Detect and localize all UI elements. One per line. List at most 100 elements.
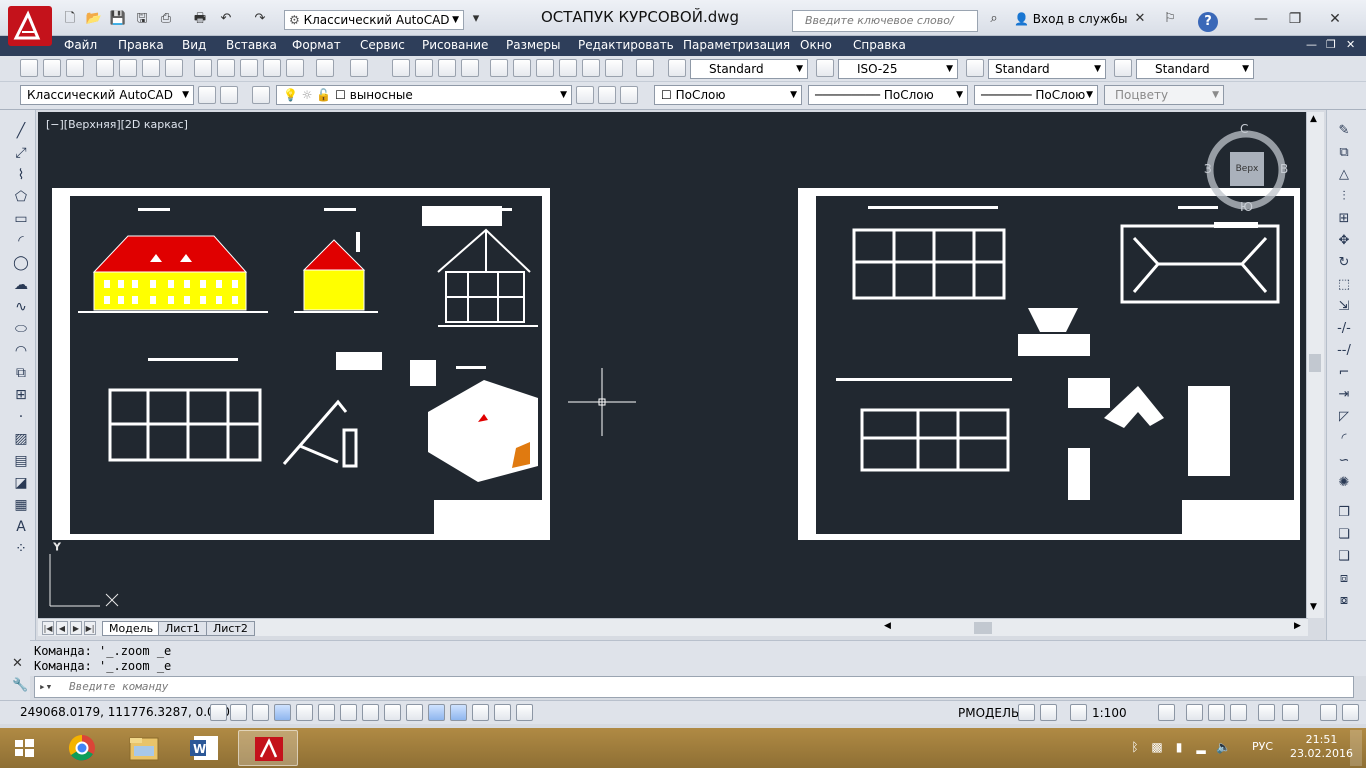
lineweight-select[interactable]: ─────── ПоСлою ▼ (974, 85, 1098, 105)
hardware-acceleration-icon[interactable] (1230, 704, 1247, 721)
ellipse-icon[interactable]: ⬭ (12, 320, 30, 338)
point-icon[interactable]: · (12, 408, 30, 426)
exchange-apps-icon[interactable]: ✕ (1130, 10, 1150, 28)
sign-in-button[interactable]: 👤 Вход в службы (1014, 12, 1128, 26)
restore-icon[interactable]: ❐ (1280, 8, 1310, 30)
word-icon[interactable]: W (176, 730, 236, 766)
properties-icon[interactable] (490, 59, 508, 77)
hscroll-thumb[interactable] (974, 622, 992, 634)
design-center-icon[interactable] (513, 59, 531, 77)
selection-cycling-icon[interactable] (494, 704, 511, 721)
save-icon[interactable]: 💾 (108, 10, 128, 28)
array-icon[interactable]: ⊞ (1335, 210, 1353, 228)
status-menu-icon[interactable] (1342, 704, 1359, 721)
spline-icon[interactable]: ∿ (12, 298, 30, 316)
markup-icon[interactable] (582, 59, 600, 77)
viewcube-west[interactable]: З (1204, 162, 1212, 176)
snap-icon[interactable] (230, 704, 247, 721)
clock[interactable]: 21:51 23.02.2016 (1290, 733, 1353, 761)
pan-icon[interactable] (392, 59, 410, 77)
polar-icon[interactable] (296, 704, 313, 721)
revision-cloud-icon[interactable]: ☁ (12, 276, 30, 294)
osnap-icon[interactable] (318, 704, 335, 721)
menu-window[interactable]: Окно (800, 38, 832, 52)
scroll-up-icon[interactable]: ▲ (1310, 114, 1317, 124)
paste-icon[interactable] (240, 59, 258, 77)
rotate-icon[interactable]: ↻ (1335, 254, 1353, 272)
preview-icon[interactable] (119, 59, 137, 77)
annotation-visibility-icon[interactable] (1158, 704, 1175, 721)
explode-icon[interactable]: ✺ (1335, 474, 1353, 492)
layer-select[interactable]: 💡 ☼ 🔓 ☐ выносные ▼ (276, 85, 572, 105)
layer-previous-icon[interactable] (598, 86, 616, 104)
first-tab-icon[interactable]: |◀ (42, 621, 54, 635)
below-object-icon[interactable]: ⧇ (1335, 592, 1353, 610)
menu-edit[interactable]: Правка (118, 38, 164, 52)
publish-icon[interactable]: ⎙ (156, 10, 176, 28)
help-icon[interactable] (636, 59, 654, 77)
undo-icon[interactable]: ↶ (216, 10, 236, 28)
transparency-icon[interactable] (450, 704, 467, 721)
annotation-scale-icon[interactable] (1070, 704, 1087, 721)
color-select[interactable]: ☐ ПоСлою ▼ (654, 85, 802, 105)
battery-icon[interactable]: ▮ (1172, 740, 1186, 754)
insert-block-icon[interactable]: ⧉ (12, 364, 30, 382)
volume-icon[interactable]: 🔈 (1216, 740, 1231, 754)
otrack-icon[interactable] (362, 704, 379, 721)
open-icon[interactable] (43, 59, 61, 77)
quick-view-drawings-icon[interactable] (1040, 704, 1057, 721)
rectangle-icon[interactable]: ▭ (12, 210, 30, 228)
model-space-toggle[interactable]: РМОДЕЛЬ (958, 706, 1019, 720)
layer-icon[interactable] (252, 86, 270, 104)
linetype-select[interactable]: ───────── ПоСлою ▼ (808, 85, 968, 105)
menu-view[interactable]: Вид (182, 38, 206, 52)
copy-icon[interactable]: ⧉ (1335, 144, 1353, 162)
language-indicator[interactable]: РУС (1252, 740, 1273, 753)
menu-tools[interactable]: Сервис (360, 38, 405, 52)
polygon-icon[interactable]: ⬠ (12, 188, 30, 206)
autocad-logo-icon[interactable] (8, 6, 52, 46)
menu-modify[interactable]: Редактировать (578, 38, 674, 52)
arc-icon[interactable]: ◜ (12, 232, 30, 250)
lightbulb-icon[interactable] (1282, 704, 1299, 721)
offset-icon[interactable]: ⫶ (1335, 188, 1353, 206)
menu-dimension[interactable]: Размеры (506, 38, 561, 52)
doc-minimize-icon[interactable]: — (1306, 38, 1317, 51)
saveas-icon[interactable]: 🖫 (132, 10, 152, 28)
help-icon[interactable]: ? (1198, 12, 1218, 32)
match-properties-icon[interactable] (263, 59, 281, 77)
redo-icon[interactable] (350, 59, 368, 77)
menu-draw[interactable]: Рисование (422, 38, 488, 52)
zoom-window-icon[interactable] (438, 59, 456, 77)
annotation-monitor-icon[interactable] (516, 704, 533, 721)
quick-properties-icon[interactable] (472, 704, 489, 721)
prev-tab-icon[interactable]: ◀ (56, 621, 68, 635)
text-icon[interactable]: A (12, 518, 30, 536)
print-icon[interactable] (96, 59, 114, 77)
mirror-icon[interactable]: △ (1335, 166, 1353, 184)
viewcube[interactable]: Верх С Ю З В (1202, 122, 1292, 220)
viewcube-south[interactable]: Ю (1240, 200, 1253, 214)
vertical-scrollbar[interactable]: ▲ ▼ (1306, 112, 1324, 618)
erase-icon[interactable]: ✎ (1335, 122, 1353, 140)
infer-constraints-icon[interactable] (210, 704, 227, 721)
scale-icon[interactable]: ⬚ (1335, 276, 1353, 294)
doc-close-icon[interactable]: ✕ (1346, 38, 1355, 51)
undo-icon[interactable] (316, 59, 334, 77)
extend-icon[interactable]: --/ (1335, 342, 1353, 360)
viewcube-face[interactable]: Верх (1230, 152, 1264, 186)
chrome-icon[interactable] (52, 730, 112, 766)
tab-model[interactable]: Модель (102, 621, 161, 636)
text-style-icon[interactable] (668, 59, 686, 77)
scroll-thumb[interactable] (1309, 354, 1321, 372)
quick-access-more-icon[interactable]: ▾ (466, 10, 486, 28)
chamfer-icon[interactable]: ◸ (1335, 408, 1353, 426)
make-current-layer-icon[interactable] (576, 86, 594, 104)
copy-icon[interactable] (217, 59, 235, 77)
bring-front-icon[interactable]: ❏ (1335, 526, 1353, 544)
dyn-icon[interactable] (406, 704, 423, 721)
move-icon[interactable]: ✥ (1335, 232, 1353, 250)
network-icon[interactable]: ▂ (1194, 740, 1208, 754)
model-viewport[interactable]: [−][Верхняя][2D каркас] Y Верх С Ю З В (38, 112, 1308, 618)
trim-icon[interactable]: -/- (1335, 320, 1353, 338)
